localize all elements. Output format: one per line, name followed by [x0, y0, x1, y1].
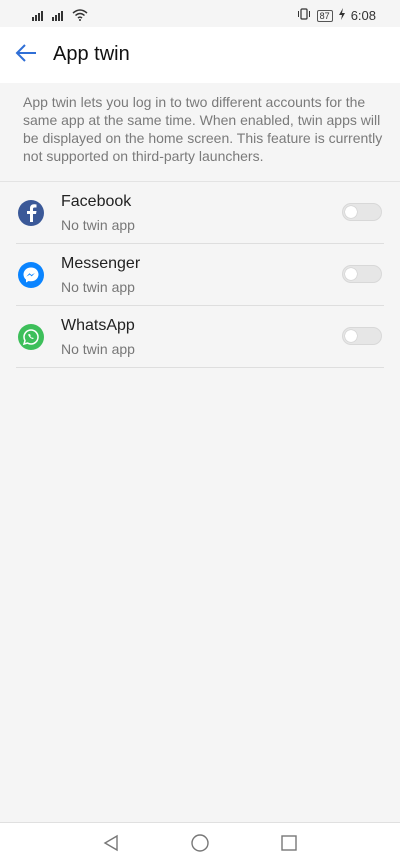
vibrate-icon: [297, 8, 311, 23]
twin-toggle-whatsapp[interactable]: [342, 327, 382, 345]
app-name: Facebook: [61, 193, 132, 210]
toggle-knob: [345, 268, 357, 280]
system-nav-bar: [0, 822, 400, 867]
charging-icon: [338, 8, 345, 23]
list-item-messenger[interactable]: Messenger No twin app: [16, 244, 384, 306]
nav-back-button[interactable]: [99, 833, 123, 857]
messenger-icon: [18, 262, 44, 288]
status-bar: 87 6:08: [0, 0, 400, 27]
status-right: 87 6:08: [297, 8, 376, 23]
app-status: No twin app: [61, 217, 135, 233]
signal-icon: [32, 9, 46, 24]
back-arrow-icon: [15, 43, 37, 67]
clock: 6:08: [350, 8, 376, 23]
app-status: No twin app: [61, 279, 135, 295]
whatsapp-icon: [18, 324, 44, 350]
battery-indicator: 87: [316, 9, 333, 22]
twin-toggle-messenger[interactable]: [342, 265, 382, 283]
back-triangle-icon: [102, 834, 120, 857]
facebook-icon: [18, 200, 44, 226]
signal-icon-2: [52, 9, 66, 24]
twin-toggle-facebook[interactable]: [342, 203, 382, 221]
home-circle-icon: [190, 833, 210, 858]
nav-home-button[interactable]: [188, 833, 212, 857]
list-item-whatsapp[interactable]: WhatsApp No twin app: [16, 306, 384, 368]
app-bar: App twin: [0, 27, 400, 83]
back-button[interactable]: [12, 41, 40, 69]
list-item-facebook[interactable]: Facebook No twin app: [16, 182, 384, 244]
toggle-knob: [345, 206, 357, 218]
page-title: App twin: [53, 43, 130, 65]
app-name: Messenger: [61, 255, 141, 272]
app-name: WhatsApp: [61, 317, 135, 334]
recents-square-icon: [280, 834, 298, 857]
app-status: No twin app: [61, 341, 135, 357]
app-list: Facebook No twin app Messenger No twin a…: [16, 182, 384, 368]
feature-description: App twin lets you log in to two differen…: [23, 94, 383, 164]
toggle-knob: [345, 330, 357, 342]
wifi-icon: [72, 9, 88, 24]
status-left: [32, 9, 88, 24]
nav-recents-button[interactable]: [277, 833, 301, 857]
